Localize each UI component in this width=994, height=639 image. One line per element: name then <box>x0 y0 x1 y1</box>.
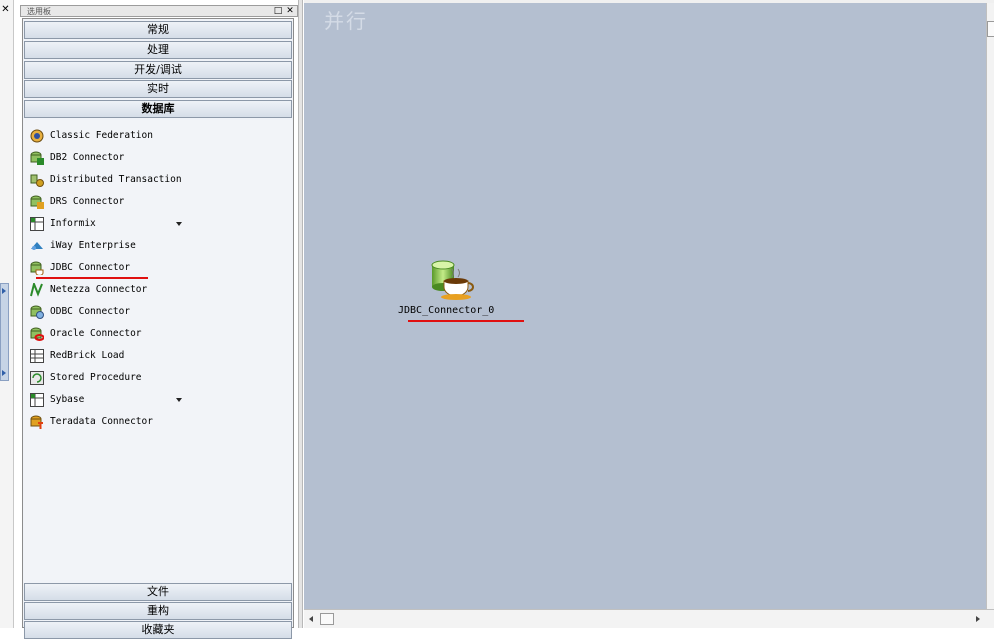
category-processing[interactable]: 处理 <box>24 41 292 59</box>
list-item-odbc-connector[interactable]: ODBC Connector <box>30 302 280 322</box>
palette-title-bar: 选用板 □ ✕ <box>20 5 298 17</box>
list-item-informix[interactable]: Informix <box>30 214 280 234</box>
restore-icon[interactable]: □ <box>273 6 283 16</box>
stored-procedure-icon <box>30 371 44 385</box>
list-item-iway-enterprise[interactable]: iWay Enterprise <box>30 236 280 256</box>
category-restructure[interactable]: 重构 <box>24 602 292 620</box>
jdbc-connector-icon <box>30 261 44 275</box>
left-collapsed-panel: ✕ <box>0 0 14 628</box>
jdbc-connector-stage-icon[interactable] <box>430 259 474 301</box>
scroll-left-icon[interactable] <box>309 616 313 622</box>
highlight-underline <box>36 277 148 279</box>
list-item-classic-federation[interactable]: Classic Federation <box>30 126 280 146</box>
horizontal-scrollbar[interactable] <box>304 609 994 628</box>
category-realtime[interactable]: 实时 <box>24 80 292 98</box>
panel-splitter[interactable] <box>298 0 303 628</box>
close-icon[interactable]: ✕ <box>285 6 295 16</box>
list-item-oracle-connector[interactable]: Oracle Connector <box>30 324 280 344</box>
category-favorites[interactable]: 收藏夹 <box>24 621 292 639</box>
list-item-drs-connector[interactable]: DRS Connector <box>30 192 280 212</box>
expand-arrow-icon <box>2 288 6 294</box>
expand-arrow-icon <box>2 370 6 376</box>
category-dev-debug[interactable]: 开发/调试 <box>24 61 292 79</box>
category-database[interactable]: 数据库 <box>24 100 292 118</box>
list-item-jdbc-connector[interactable]: JDBC Connector <box>30 258 280 278</box>
list-item-netezza-connector[interactable]: Netezza Connector <box>30 280 280 300</box>
sybase-icon <box>30 393 44 407</box>
close-icon[interactable]: ✕ <box>0 4 11 15</box>
list-item-teradata-connector[interactable]: Teradata Connector <box>30 412 280 432</box>
list-item-distributed-transaction[interactable]: Distributed Transaction <box>30 170 280 190</box>
redbrick-load-icon <box>30 349 44 363</box>
palette-body: 常规 处理 开发/调试 实时 数据库 Classic Federation DB… <box>22 18 294 639</box>
db2-connector-icon <box>30 151 44 165</box>
expand-panel-handle[interactable] <box>0 283 9 381</box>
scroll-right-icon[interactable] <box>976 616 980 622</box>
drs-connector-icon <box>30 195 44 209</box>
list-item-sybase[interactable]: Sybase <box>30 390 280 410</box>
canvas-title: 并行 <box>324 9 368 33</box>
list-item-db2-connector[interactable]: DB2 Connector <box>30 148 280 168</box>
palette-panel: 选用板 □ ✕ 常规 处理 开发/调试 实时 数据库 Classic Feder… <box>20 0 298 639</box>
oracle-connector-icon <box>30 327 44 341</box>
category-general[interactable]: 常规 <box>24 21 292 39</box>
odbc-connector-icon <box>30 305 44 319</box>
vertical-scrollbar[interactable] <box>986 3 994 609</box>
informix-icon <box>30 217 44 231</box>
scroll-thumb[interactable] <box>320 613 334 625</box>
classic-federation-icon <box>30 129 44 143</box>
teradata-connector-icon <box>30 415 43 429</box>
iway-enterprise-icon <box>31 242 43 250</box>
design-canvas[interactable]: 并行 JDBC_Connector_0 <box>304 3 986 609</box>
netezza-connector-icon <box>30 283 43 297</box>
list-item-redbrick-load[interactable]: RedBrick Load <box>30 346 280 366</box>
palette-title: 选用板 <box>27 7 51 16</box>
stage-label[interactable]: JDBC_Connector_0 <box>398 305 494 316</box>
category-file[interactable]: 文件 <box>24 583 292 601</box>
chevron-down-icon[interactable] <box>176 398 182 402</box>
scroll-thumb[interactable] <box>987 21 994 37</box>
list-item-stored-procedure[interactable]: Stored Procedure <box>30 368 280 388</box>
distributed-transaction-icon <box>30 174 44 187</box>
highlight-underline <box>408 320 524 322</box>
chevron-down-icon[interactable] <box>176 222 182 226</box>
database-item-list: Classic Federation DB2 Connector Distrib… <box>24 120 292 580</box>
